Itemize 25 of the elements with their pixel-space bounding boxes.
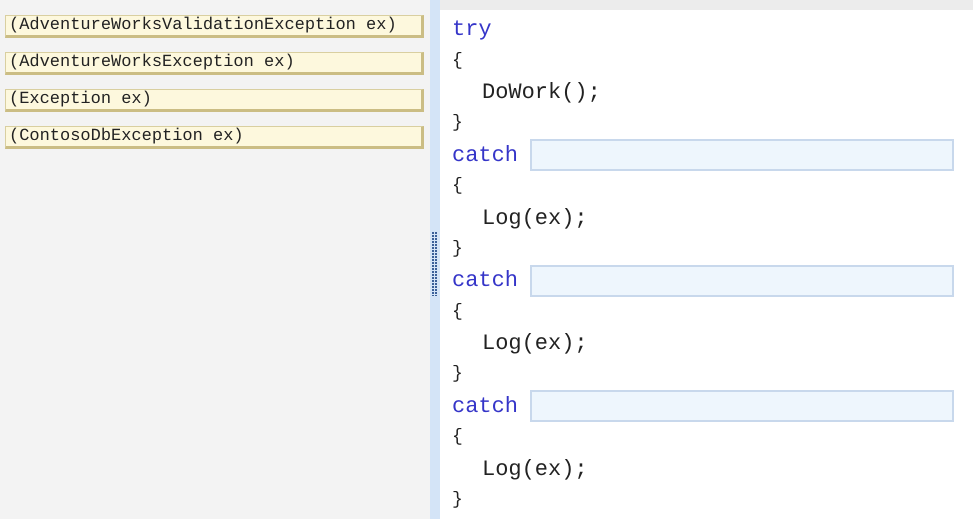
answer-choice[interactable]: (AdventureWorksException ex) (5, 52, 424, 75)
drop-target[interactable] (530, 264, 954, 297)
answer-choice[interactable]: (AdventureWorksValidationException ex) (5, 15, 424, 38)
drop-target[interactable] (530, 390, 954, 422)
drop-target[interactable] (530, 139, 954, 172)
code-keyword: catch (452, 392, 518, 421)
code-brace: } (452, 112, 463, 136)
splitter[interactable] (430, 0, 440, 519)
grip-icon (432, 232, 438, 296)
code-statement: Log(ex); (481, 456, 588, 484)
answer-choice[interactable]: (ContosoDbException ex) (5, 126, 424, 149)
code-keyword: try (452, 16, 492, 44)
answer-choice[interactable]: (Exception ex) (5, 89, 424, 112)
code-statement: Log(ex); (481, 330, 588, 358)
code-keyword: catch (452, 267, 518, 296)
code-brace: { (452, 175, 463, 198)
code-brace: } (452, 363, 463, 386)
code-keyword: catch (452, 142, 518, 170)
code-statement: DoWork(); (481, 78, 601, 107)
code-brace: { (452, 300, 463, 324)
code-statement: Log(ex); (481, 204, 588, 233)
code-brace: } (452, 238, 463, 261)
code-brace: { (452, 50, 463, 73)
code-brace: } (452, 489, 463, 512)
code-brace: { (452, 426, 463, 450)
